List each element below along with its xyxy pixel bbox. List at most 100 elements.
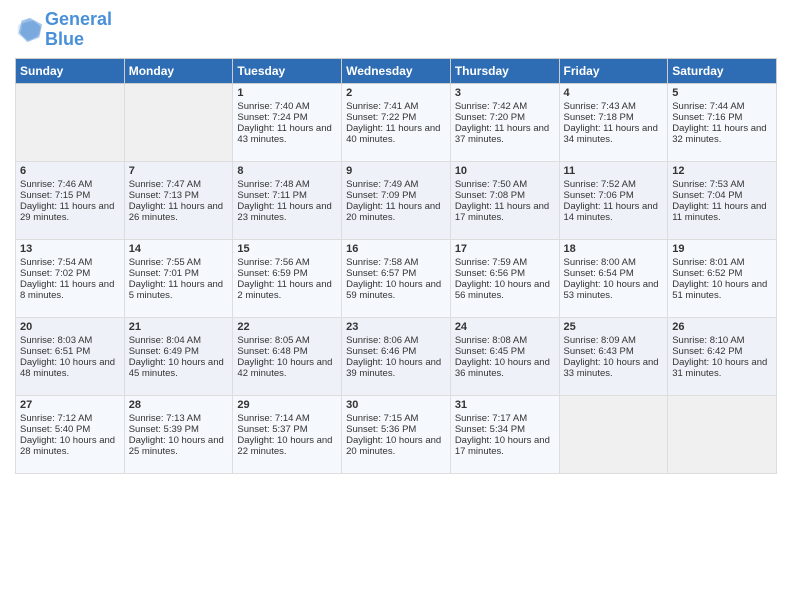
day-info: Sunset: 6:42 PM xyxy=(672,346,772,357)
calendar-cell: 2Sunrise: 7:41 AMSunset: 7:22 PMDaylight… xyxy=(342,83,451,161)
day-info: Daylight: 10 hours and 25 minutes. xyxy=(129,435,229,457)
day-info: Sunrise: 7:55 AM xyxy=(129,257,229,268)
week-row-1: 1Sunrise: 7:40 AMSunset: 7:24 PMDaylight… xyxy=(16,83,777,161)
day-number: 19 xyxy=(672,243,772,255)
day-info: Sunrise: 8:03 AM xyxy=(20,335,120,346)
calendar-cell: 13Sunrise: 7:54 AMSunset: 7:02 PMDayligh… xyxy=(16,239,125,317)
day-info: Sunrise: 7:54 AM xyxy=(20,257,120,268)
day-info: Daylight: 10 hours and 59 minutes. xyxy=(346,279,446,301)
day-info: Sunrise: 8:10 AM xyxy=(672,335,772,346)
day-info: Sunset: 7:06 PM xyxy=(564,190,664,201)
day-number: 31 xyxy=(455,399,555,411)
day-info: Daylight: 10 hours and 33 minutes. xyxy=(564,357,664,379)
day-number: 11 xyxy=(564,165,664,177)
day-info: Daylight: 10 hours and 51 minutes. xyxy=(672,279,772,301)
calendar-cell: 27Sunrise: 7:12 AMSunset: 5:40 PMDayligh… xyxy=(16,395,125,473)
day-info: Daylight: 10 hours and 20 minutes. xyxy=(346,435,446,457)
calendar-cell: 23Sunrise: 8:06 AMSunset: 6:46 PMDayligh… xyxy=(342,317,451,395)
day-info: Sunset: 7:18 PM xyxy=(564,112,664,123)
day-info: Sunrise: 7:42 AM xyxy=(455,101,555,112)
day-number: 4 xyxy=(564,87,664,99)
day-info: Daylight: 10 hours and 45 minutes. xyxy=(129,357,229,379)
day-number: 17 xyxy=(455,243,555,255)
day-header-friday: Friday xyxy=(559,58,668,83)
day-info: Sunrise: 7:53 AM xyxy=(672,179,772,190)
day-number: 29 xyxy=(237,399,337,411)
calendar-cell: 21Sunrise: 8:04 AMSunset: 6:49 PMDayligh… xyxy=(124,317,233,395)
day-info: Sunset: 6:45 PM xyxy=(455,346,555,357)
day-info: Sunset: 7:01 PM xyxy=(129,268,229,279)
day-info: Sunset: 5:36 PM xyxy=(346,424,446,435)
day-number: 22 xyxy=(237,321,337,333)
day-info: Daylight: 11 hours and 43 minutes. xyxy=(237,123,337,145)
day-info: Daylight: 11 hours and 32 minutes. xyxy=(672,123,772,145)
day-info: Daylight: 11 hours and 20 minutes. xyxy=(346,201,446,223)
calendar-cell: 15Sunrise: 7:56 AMSunset: 6:59 PMDayligh… xyxy=(233,239,342,317)
day-number: 27 xyxy=(20,399,120,411)
day-info: Daylight: 10 hours and 56 minutes. xyxy=(455,279,555,301)
day-info: Daylight: 10 hours and 31 minutes. xyxy=(672,357,772,379)
calendar-cell: 30Sunrise: 7:15 AMSunset: 5:36 PMDayligh… xyxy=(342,395,451,473)
day-info: Sunset: 7:24 PM xyxy=(237,112,337,123)
calendar-cell: 1Sunrise: 7:40 AMSunset: 7:24 PMDaylight… xyxy=(233,83,342,161)
week-row-3: 13Sunrise: 7:54 AMSunset: 7:02 PMDayligh… xyxy=(16,239,777,317)
day-info: Sunset: 6:57 PM xyxy=(346,268,446,279)
day-info: Sunrise: 8:08 AM xyxy=(455,335,555,346)
day-info: Sunrise: 7:44 AM xyxy=(672,101,772,112)
day-info: Sunrise: 8:09 AM xyxy=(564,335,664,346)
calendar-cell: 24Sunrise: 8:08 AMSunset: 6:45 PMDayligh… xyxy=(450,317,559,395)
day-info: Sunset: 6:54 PM xyxy=(564,268,664,279)
day-header-tuesday: Tuesday xyxy=(233,58,342,83)
day-info: Sunset: 6:52 PM xyxy=(672,268,772,279)
day-number: 23 xyxy=(346,321,446,333)
day-info: Sunrise: 7:13 AM xyxy=(129,413,229,424)
day-number: 12 xyxy=(672,165,772,177)
day-info: Sunrise: 7:59 AM xyxy=(455,257,555,268)
week-row-5: 27Sunrise: 7:12 AMSunset: 5:40 PMDayligh… xyxy=(16,395,777,473)
calendar-cell: 9Sunrise: 7:49 AMSunset: 7:09 PMDaylight… xyxy=(342,161,451,239)
day-info: Daylight: 11 hours and 17 minutes. xyxy=(455,201,555,223)
day-info: Sunset: 6:48 PM xyxy=(237,346,337,357)
calendar-table: SundayMondayTuesdayWednesdayThursdayFrid… xyxy=(15,58,777,474)
day-info: Sunrise: 7:41 AM xyxy=(346,101,446,112)
day-info: Sunset: 7:08 PM xyxy=(455,190,555,201)
day-info: Daylight: 11 hours and 26 minutes. xyxy=(129,201,229,223)
calendar-cell: 14 Sunrise: 7:55 AMSunset: 7:01 PMDayligh… xyxy=(124,239,233,317)
calendar-cell: 3Sunrise: 7:42 AMSunset: 7:20 PMDaylight… xyxy=(450,83,559,161)
day-info: Sunrise: 8:01 AM xyxy=(672,257,772,268)
calendar-cell: 17Sunrise: 7:59 AMSunset: 6:56 PMDayligh… xyxy=(450,239,559,317)
day-info: Sunrise: 7:48 AM xyxy=(237,179,337,190)
day-number: 26 xyxy=(672,321,772,333)
day-info: Daylight: 10 hours and 28 minutes. xyxy=(20,435,120,457)
header: General Blue xyxy=(15,10,777,50)
logo-icon xyxy=(15,16,43,44)
day-info: Sunrise: 8:06 AM xyxy=(346,335,446,346)
day-info: Daylight: 11 hours and 34 minutes. xyxy=(564,123,664,145)
day-header-sunday: Sunday xyxy=(16,58,125,83)
day-info: Daylight: 11 hours and 37 minutes. xyxy=(455,123,555,145)
day-info: Sunset: 5:40 PM xyxy=(20,424,120,435)
day-info: Sunrise: 8:05 AM xyxy=(237,335,337,346)
day-number: 14 xyxy=(129,243,229,255)
day-info: Sunrise: 7:17 AM xyxy=(455,413,555,424)
calendar-cell: 28Sunrise: 7:13 AMSunset: 5:39 PMDayligh… xyxy=(124,395,233,473)
day-info: Sunset: 6:51 PM xyxy=(20,346,120,357)
day-info: Daylight: 11 hours and 5 minutes. xyxy=(129,279,229,301)
day-info: Sunset: 7:22 PM xyxy=(346,112,446,123)
calendar-cell: 6Sunrise: 7:46 AMSunset: 7:15 PMDaylight… xyxy=(16,161,125,239)
day-info: Daylight: 11 hours and 8 minutes. xyxy=(20,279,120,301)
day-info: Sunset: 7:20 PM xyxy=(455,112,555,123)
day-header-monday: Monday xyxy=(124,58,233,83)
day-number: 30 xyxy=(346,399,446,411)
day-info: Daylight: 11 hours and 23 minutes. xyxy=(237,201,337,223)
day-info: Sunrise: 7:52 AM xyxy=(564,179,664,190)
week-row-4: 20Sunrise: 8:03 AMSunset: 6:51 PMDayligh… xyxy=(16,317,777,395)
day-info: Sunrise: 8:04 AM xyxy=(129,335,229,346)
day-info: Sunset: 7:13 PM xyxy=(129,190,229,201)
calendar-cell: 22Sunrise: 8:05 AMSunset: 6:48 PMDayligh… xyxy=(233,317,342,395)
day-info: Sunrise: 7:58 AM xyxy=(346,257,446,268)
day-info: Sunrise: 7:40 AM xyxy=(237,101,337,112)
day-info: Sunrise: 7:46 AM xyxy=(20,179,120,190)
day-info: Daylight: 10 hours and 17 minutes. xyxy=(455,435,555,457)
calendar-cell: 11Sunrise: 7:52 AMSunset: 7:06 PMDayligh… xyxy=(559,161,668,239)
